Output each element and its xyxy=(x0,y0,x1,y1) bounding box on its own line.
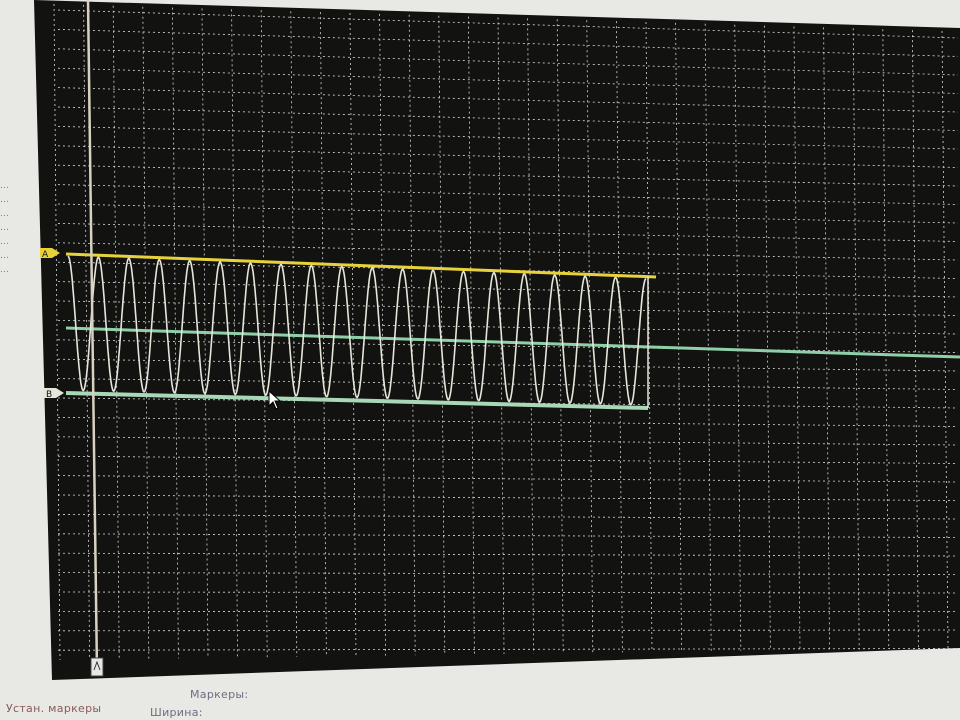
marker-b-label: B xyxy=(46,390,52,400)
side-panel-marks: … … … … … … … xyxy=(0,181,9,275)
time-cursor-handle[interactable] xyxy=(90,657,104,677)
width-label: Ширина: xyxy=(150,706,203,719)
set-markers-button[interactable]: Устан. маркеры xyxy=(6,702,101,715)
markers-label: Маркеры: xyxy=(190,688,249,701)
marker-a-label: A xyxy=(42,250,49,260)
side-mark: … xyxy=(0,237,9,247)
side-mark: … xyxy=(0,265,9,275)
side-mark: … xyxy=(0,251,9,261)
side-mark: … xyxy=(0,195,9,205)
side-mark: … xyxy=(0,181,9,191)
plot-area[interactable] xyxy=(34,0,960,680)
oscilloscope-display[interactable]: … … … … … … … A B xyxy=(0,0,960,720)
mouse-pointer-icon xyxy=(268,390,282,410)
bottom-toolbar: Устан. маркеры Маркеры: Ширина: xyxy=(0,680,960,720)
side-mark: … xyxy=(0,223,9,233)
side-mark: … xyxy=(0,209,9,219)
